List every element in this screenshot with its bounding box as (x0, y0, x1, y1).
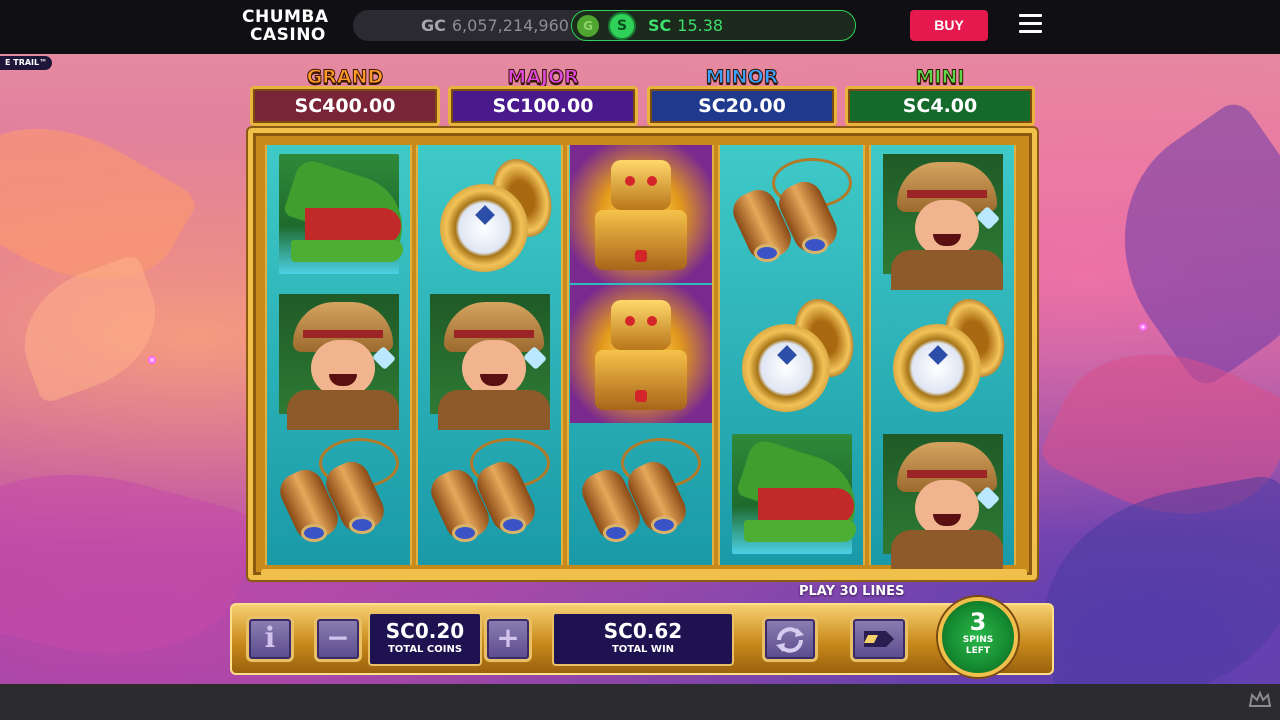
jungle-leaf-decoration (1074, 96, 1280, 392)
total-coins-label: TOTAL COINS (387, 644, 463, 655)
jackpot-value: SC400.00 (250, 86, 440, 126)
sc-value: 15.38 (677, 16, 724, 35)
jackpot-title: MINI (915, 66, 965, 89)
jackpot-title: MINOR (705, 66, 779, 89)
golden-idol-symbol (569, 285, 712, 423)
sweeps-coin-toggle[interactable]: G S SC 15.38 (571, 10, 856, 41)
total-coins-display: SC0.20 TOTAL COINS (368, 612, 482, 666)
jackpot-value: SC4.00 (845, 86, 1035, 126)
compass-symbol (871, 285, 1014, 423)
reel-5 (869, 145, 1016, 570)
spins-label: SPINS (962, 635, 994, 645)
golden-idol-symbol (569, 145, 712, 283)
reel-2 (416, 145, 563, 565)
jackpot-minor: MINOR SC20.00 (647, 66, 837, 130)
explorer-symbol (871, 145, 1014, 290)
compass-symbol (418, 145, 561, 283)
logo-line-1: CHUMBA (242, 7, 329, 27)
reel-1 (265, 145, 415, 565)
crocodile-symbol (267, 145, 415, 283)
gold-coin-balance: GC 6,057,214,960 (421, 16, 569, 35)
gc-value: 6,057,214,960 (451, 16, 569, 35)
sparkle (1138, 322, 1148, 332)
jackpot-mini: MINI SC4.00 (845, 66, 1035, 130)
reels-frame (248, 128, 1037, 580)
jackpot-grand: GRAND SC400.00 (250, 66, 440, 130)
total-win-display: SC0.62 TOTAL WIN (552, 612, 734, 666)
plus-icon[interactable]: + (484, 616, 532, 662)
spins-left-badge: 3 SPINS LEFT (938, 597, 1018, 677)
crocodile-symbol (720, 425, 868, 563)
spins-count: 3 (969, 608, 987, 636)
play-lines-label: PLAY 30 LINES (799, 584, 905, 599)
chumba-casino-logo[interactable]: CHUMBA CASINO (242, 8, 334, 46)
binoculars-symbol (720, 145, 863, 283)
reel-4 (718, 145, 868, 565)
binoculars-symbol (267, 425, 410, 563)
jackpot-value: SC100.00 (448, 86, 638, 126)
jungle-leaf-decoration (1024, 472, 1280, 684)
buy-button[interactable]: BUY (910, 10, 988, 41)
total-win-value: SC0.62 (603, 619, 683, 643)
binoculars-symbol (569, 425, 712, 563)
explorer-symbol (418, 285, 561, 430)
sparkle (147, 355, 157, 365)
info-icon[interactable]: i (246, 616, 294, 662)
turbo-icon[interactable] (850, 616, 908, 662)
jungle-leaf-decoration (5, 253, 175, 405)
balance-pill[interactable]: GC 6,057,214,960 G S SC 15.38 (353, 10, 856, 41)
gold-coin-icon: G (577, 15, 599, 37)
sweeps-coin-balance: SC 15.38 (648, 16, 723, 35)
total-coins-value: SC0.20 (385, 619, 465, 643)
gc-label: GC (421, 16, 446, 35)
explorer-symbol (267, 285, 410, 430)
total-win-label: TOTAL WIN (611, 644, 675, 655)
autoplay-icon[interactable] (762, 616, 818, 662)
jackpot-title: MAJOR (507, 66, 579, 89)
logo-line-2: CASINO (250, 25, 326, 45)
reels-bottom-rail (261, 569, 1027, 577)
bottom-bar (0, 684, 1280, 720)
compass-symbol (720, 285, 863, 423)
left-label: LEFT (965, 646, 991, 656)
control-bar: i − SC0.20 TOTAL COINS + SC0.62 TOTAL WI… (230, 603, 1054, 675)
minus-icon[interactable]: − (314, 616, 362, 662)
game-title-tag[interactable]: E TRAIL™ (0, 56, 53, 70)
reel-3 (567, 145, 714, 565)
crown-icon[interactable] (1248, 690, 1272, 710)
menu-icon[interactable] (1019, 14, 1042, 34)
sweeps-coin-icon: S (608, 12, 636, 40)
jungle-leaf-decoration (0, 438, 259, 684)
binoculars-symbol (418, 425, 561, 563)
jackpot-value: SC20.00 (647, 86, 837, 126)
explorer-symbol (871, 425, 1014, 570)
jackpot-title: GRAND (306, 66, 384, 89)
jackpot-major: MAJOR SC100.00 (448, 66, 638, 130)
top-bar: CHUMBA CASINO GC 6,057,214,960 G S SC 15.3… (0, 0, 1280, 54)
sc-label: SC (648, 16, 672, 35)
